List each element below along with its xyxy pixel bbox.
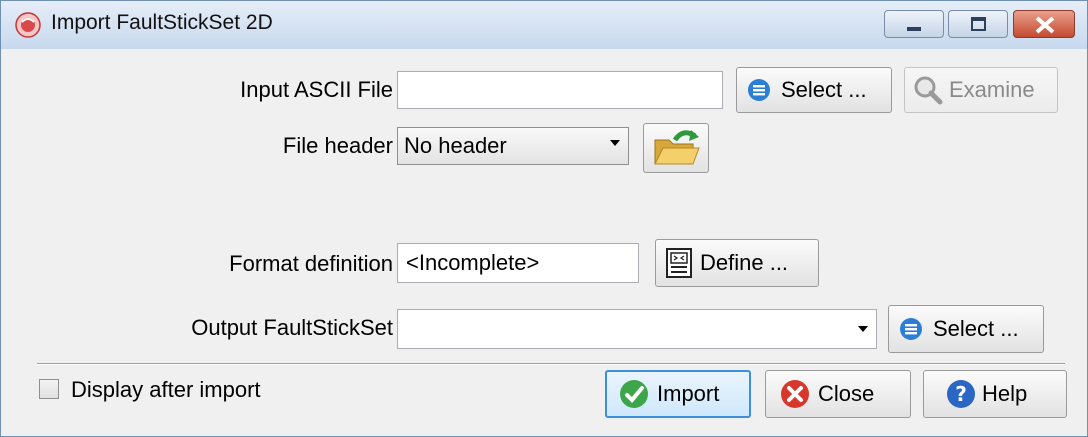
display-after-import-label: Display after import: [71, 377, 261, 402]
close-icon: [1035, 16, 1055, 34]
output-select[interactable]: [397, 309, 877, 349]
import-label: Import: [657, 381, 720, 406]
define-document-icon: [664, 247, 694, 279]
chevron-down-icon: [858, 326, 868, 332]
input-select-button[interactable]: Select ...: [736, 67, 892, 113]
display-after-import-checkbox[interactable]: [39, 379, 59, 399]
examine-button[interactable]: Examine: [904, 67, 1058, 113]
input-select-label: Select ...: [781, 77, 867, 102]
open-folder-button[interactable]: [643, 123, 709, 173]
format-definition-field[interactable]: <Incomplete>: [397, 243, 639, 283]
open-folder-icon: [651, 128, 701, 168]
close-x-icon: [780, 379, 810, 409]
define-label: Define ...: [700, 250, 789, 275]
close-button[interactable]: Close: [765, 370, 911, 418]
chevron-down-icon: [610, 140, 620, 146]
output-select-button[interactable]: Select ...: [888, 305, 1044, 353]
title-bar: Import FaultStickSet 2D: [1, 1, 1087, 49]
checkmark-icon: [619, 379, 649, 409]
window-title: Import FaultStickSet 2D: [51, 11, 273, 34]
question-icon: ?: [946, 379, 976, 409]
file-header-label: File header: [282, 133, 393, 158]
list-icon: [899, 317, 923, 341]
format-definition-label: Format definition: [229, 251, 393, 276]
magnifier-icon: [913, 75, 943, 105]
dialog-body: Input ASCII File Select ... Examine File…: [9, 49, 1077, 427]
help-button[interactable]: ? Help: [923, 370, 1067, 418]
maximize-icon: [971, 17, 986, 31]
divider: [37, 363, 1065, 365]
define-button[interactable]: Define ...: [655, 239, 819, 287]
examine-label: Examine: [949, 77, 1035, 102]
maximize-button[interactable]: [948, 10, 1008, 38]
minimize-icon: [907, 27, 921, 31]
file-header-select[interactable]: No header: [397, 127, 629, 165]
app-logo-icon: [15, 12, 41, 38]
import-button[interactable]: Import: [605, 370, 751, 418]
input-ascii-label: Input ASCII File: [240, 77, 393, 102]
help-label: Help: [982, 381, 1028, 406]
minimize-button[interactable]: [884, 10, 944, 38]
import-dialog: Import FaultStickSet 2D Input ASCII File: [0, 0, 1088, 437]
list-icon: [747, 78, 771, 102]
window-close-button[interactable]: [1013, 10, 1075, 38]
svg-text:?: ?: [955, 382, 967, 406]
input-ascii-field[interactable]: [397, 71, 723, 109]
output-label: Output FaultStickSet: [191, 315, 393, 340]
output-select-label: Select ...: [933, 316, 1019, 341]
file-header-value: No header: [404, 133, 507, 158]
close-label: Close: [818, 381, 875, 406]
